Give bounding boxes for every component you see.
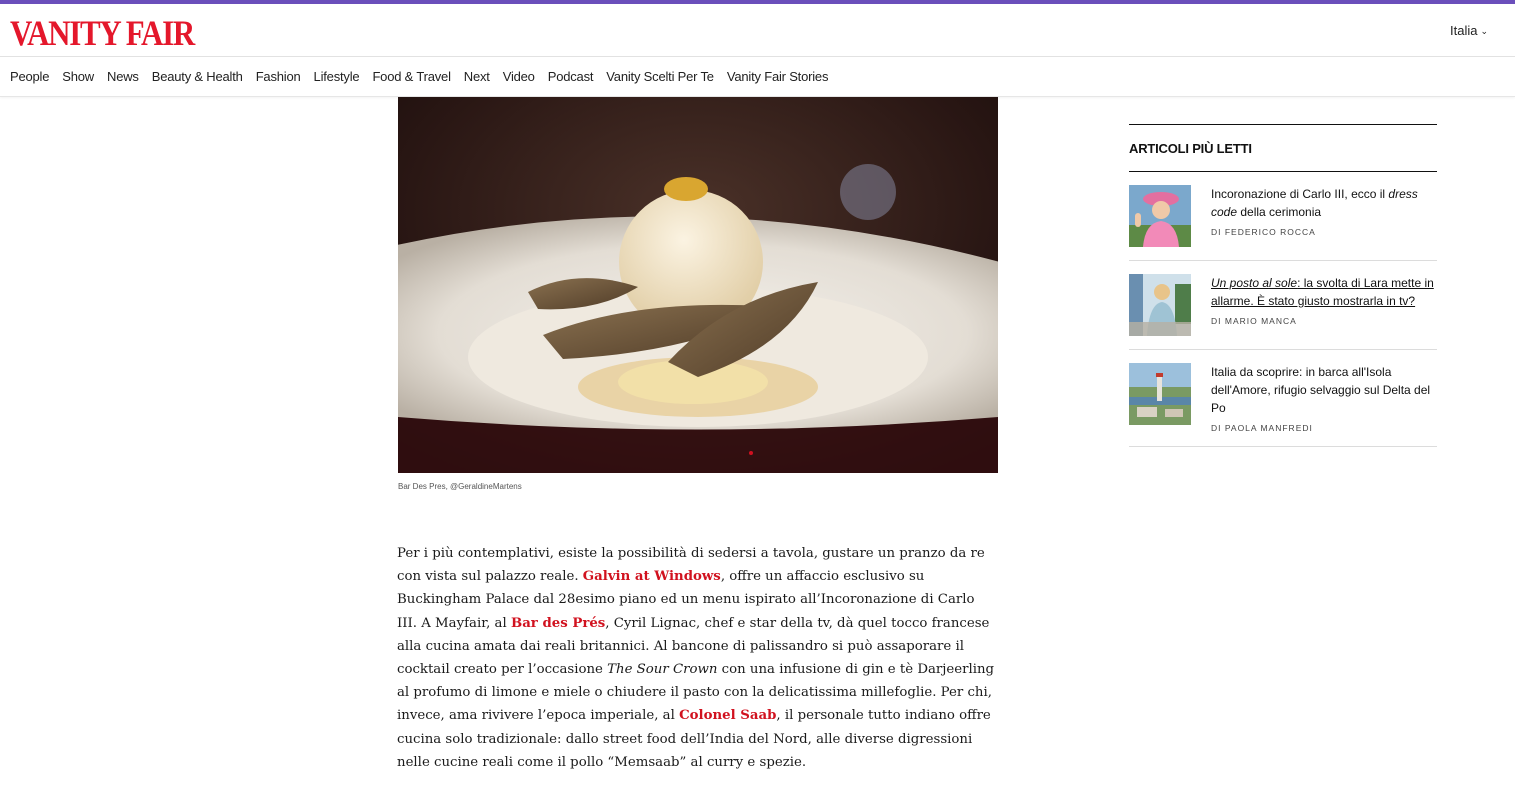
hero-image [398, 97, 998, 473]
site-header: VANITY FAIR Italia ⌄ [0, 4, 1515, 57]
article-paragraph: Per i più contemplativi, esiste la possi… [397, 546, 995, 770]
list-item[interactable]: Un posto al sole: la svolta di Lara mett… [1129, 261, 1437, 350]
nav-item-lifestyle[interactable]: Lifestyle [314, 69, 360, 84]
vanity-fair-logo[interactable]: VANITY FAIR [10, 13, 195, 53]
link-colonel-saab[interactable]: Colonel Saab [679, 708, 776, 723]
language-label: Italia [1449, 23, 1478, 38]
nav-item-next[interactable]: Next [464, 69, 490, 84]
hero-caption: Bar Des Pres, @GeraldineMartens [398, 482, 522, 491]
nav-item-podcast[interactable]: Podcast [548, 69, 594, 84]
chevron-down-icon: ⌄ [1480, 26, 1488, 36]
sidebar-title: ARTICOLI PIÙ LETTI [1129, 125, 1437, 172]
article-title[interactable]: Incoronazione di Carlo III, ecco il dres… [1211, 185, 1437, 221]
article-thumbnail[interactable] [1129, 185, 1191, 247]
nav-item-food-travel[interactable]: Food & Travel [372, 69, 451, 84]
article-author: DI MARIO MANCA [1211, 316, 1297, 326]
article-body: Per i più contemplativi, esiste la possi… [397, 542, 997, 774]
nav-item-beauty-health[interactable]: Beauty & Health [152, 69, 243, 84]
nav-item-people[interactable]: People [10, 69, 49, 84]
article-title[interactable]: Un posto al sole: la svolta di Lara mett… [1211, 274, 1437, 310]
dessert-photo [398, 97, 998, 473]
article-title[interactable]: Italia da scoprire: in barca all'Isola d… [1211, 363, 1437, 417]
language-selector[interactable]: Italia ⌄ [1450, 23, 1488, 38]
list-item[interactable]: Italia da scoprire: in barca all'Isola d… [1129, 350, 1437, 447]
cocktail-name: The Sour Crown [607, 662, 718, 678]
nav-item-vanity-fair-stories[interactable]: Vanity Fair Stories [727, 69, 829, 84]
nav-item-fashion[interactable]: Fashion [256, 69, 301, 84]
nav-item-show[interactable]: Show [62, 69, 94, 84]
nav-item-vanity-scelti[interactable]: Vanity Scelti Per Te [606, 69, 714, 84]
list-item[interactable]: Incoronazione di Carlo III, ecco il dres… [1129, 172, 1437, 261]
link-galvin-at-windows[interactable]: Galvin at Windows [583, 569, 721, 584]
most-read-sidebar: ARTICOLI PIÙ LETTI Incoronazione di Carl… [1129, 124, 1437, 447]
article-author: DI FEDERICO ROCCA [1211, 227, 1316, 237]
main-navigation: People Show News Beauty & Health Fashion… [0, 57, 1515, 97]
nav-item-video[interactable]: Video [503, 69, 535, 84]
article-thumbnail[interactable] [1129, 274, 1191, 336]
article-thumbnail[interactable] [1129, 363, 1191, 425]
link-bar-des-pres[interactable]: Bar des Prés [511, 616, 605, 631]
nav-item-news[interactable]: News [107, 69, 139, 84]
article-author: DI PAOLA MANFREDI [1211, 423, 1313, 433]
